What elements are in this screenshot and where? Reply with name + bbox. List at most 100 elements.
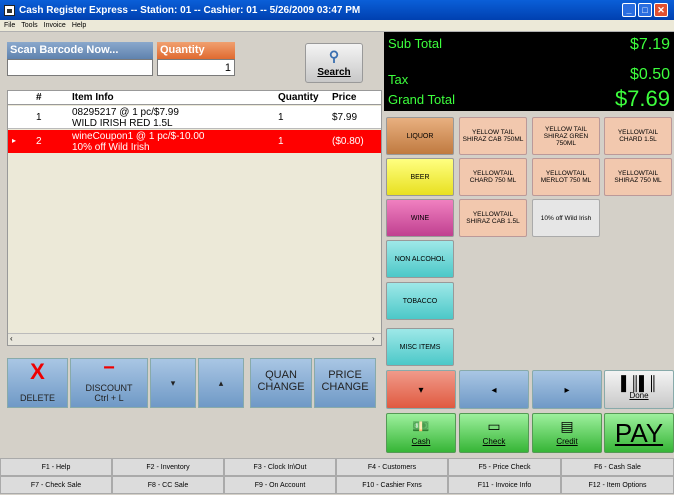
row-quantity: 1 <box>278 112 284 123</box>
menu-tools[interactable]: Tools <box>21 22 37 29</box>
grand-total-label: Grand Total <box>388 92 455 107</box>
row-pointer-icon: ▸ <box>12 136 17 145</box>
category-wine[interactable]: WINE <box>386 199 454 237</box>
search-label: Search <box>317 67 351 78</box>
fkey-f10[interactable]: F10 - Cashier Fxns <box>336 476 448 494</box>
fkey-f1[interactable]: F1 - Help <box>0 458 112 476</box>
delete-label: DELETE <box>19 393 55 403</box>
subtotal-value: $7.19 <box>629 36 670 53</box>
cash-button[interactable]: 💵 Cash <box>386 413 456 453</box>
product-button[interactable]: YELLOWTAIL SHIRAZ CAB 1.5L <box>459 199 527 237</box>
menu-file[interactable]: File <box>4 22 15 29</box>
scan-barcode-input[interactable] <box>7 59 153 76</box>
subtotal-label: Sub Total <box>388 36 442 51</box>
row-item-line1: wineCoupon1 @ 1 pc/$-10.00 <box>72 131 205 142</box>
row-item-line2: WILD IRISH RED 1.5L <box>72 118 173 129</box>
fkey-f6[interactable]: F6 - Cash Sale <box>561 458 674 476</box>
window-title: Cash Register Express -- Station: 01 -- … <box>19 4 361 16</box>
category-tobacco[interactable]: TOBACCO <box>386 282 454 320</box>
fkey-f12[interactable]: F12 - Item Options <box>561 476 674 494</box>
barcode-icon: ▌║▌║ <box>621 375 658 391</box>
discount-button[interactable]: − DISCOUNT Ctrl + L <box>70 358 148 408</box>
row-number: 2 <box>36 136 42 147</box>
quan-change-button[interactable]: QUAN CHANGE <box>250 358 312 408</box>
page-down-button[interactable]: ▾ <box>386 370 456 409</box>
grand-total-value: $7.69 <box>614 86 670 111</box>
col-number: # <box>36 92 42 103</box>
product-button[interactable]: YELLOWTAIL CHARD 1.5L <box>604 117 672 155</box>
chevron-up-icon: ▴ <box>218 378 224 388</box>
check-label: Check <box>482 437 506 446</box>
pay-button[interactable]: PAY <box>604 413 674 453</box>
table-row[interactable]: 1 08295217 @ 1 pc/$7.99 WILD IRISH RED 1… <box>8 106 381 129</box>
horizontal-scrollbar[interactable]: ‹ › <box>8 333 381 345</box>
menu-invoice[interactable]: Invoice <box>44 22 66 29</box>
category-non-alcohol[interactable]: NON ALCOHOL <box>386 240 454 278</box>
item-grid: # Item Info Quantity Price 1 08295217 @ … <box>7 90 382 346</box>
chevron-down-icon: ▾ <box>418 385 424 396</box>
col-quantity: Quantity <box>278 92 319 103</box>
scroll-right-icon[interactable]: › <box>372 334 375 343</box>
product-button[interactable]: YELLOW TAIL SHIRAZ GREN 750ML <box>532 117 600 155</box>
fkey-f11[interactable]: F11 - Invoice Info <box>448 476 561 494</box>
done-button[interactable]: ▌║▌║ Done <box>604 370 674 409</box>
product-button[interactable]: 10% off Wild Irish <box>532 199 600 237</box>
minus-icon: − <box>103 357 115 379</box>
discount-shortcut: Ctrl + L <box>94 393 124 403</box>
chevron-down-icon: ▾ <box>170 378 176 388</box>
chevron-right-icon: ▸ <box>564 385 570 396</box>
fkey-f4[interactable]: F4 - Customers <box>336 458 448 476</box>
fkey-f9[interactable]: F9 - On Account <box>224 476 336 494</box>
scan-label: Scan Barcode Now... <box>7 42 153 59</box>
magnifier-icon: ⚲ <box>328 48 340 64</box>
product-button[interactable]: YELLOW TAIL SHIRAZ CAB 750ML <box>459 117 527 155</box>
fkey-f8[interactable]: F8 - CC Sale <box>112 476 224 494</box>
totals-display: Sub Total $7.19 Tax $0.50 Grand Total $7… <box>384 32 674 111</box>
tax-label: Tax <box>388 72 409 87</box>
product-button[interactable]: YELLOWTAIL MERLOT 750 ML <box>532 158 600 196</box>
check-icon: ▭ <box>487 418 501 434</box>
credit-card-icon: ▤ <box>560 418 574 434</box>
tax-value: $0.50 <box>629 66 670 83</box>
row-number: 1 <box>36 112 42 123</box>
discount-label: DISCOUNT <box>85 383 133 393</box>
page-left-button[interactable]: ◂ <box>459 370 529 409</box>
maximize-button[interactable]: □ <box>638 3 652 17</box>
minimize-button[interactable]: _ <box>622 3 636 17</box>
x-icon: X <box>30 359 45 384</box>
category-misc-items[interactable]: MISC ITEMS <box>386 328 454 366</box>
scroll-down-button[interactable]: ▾ <box>150 358 196 408</box>
col-price: Price <box>332 92 357 103</box>
fkey-f2[interactable]: F2 - Inventory <box>112 458 224 476</box>
chevron-left-icon: ◂ <box>491 385 497 396</box>
product-button[interactable]: YELLOWTAIL SHIRAZ 750 ML <box>604 158 672 196</box>
quantity-input[interactable] <box>157 59 235 76</box>
category-beer[interactable]: BEER <box>386 158 454 196</box>
row-price: ($0.80) <box>332 136 364 147</box>
check-button[interactable]: ▭ Check <box>459 413 529 453</box>
menu-help[interactable]: Help <box>72 22 86 29</box>
title-bar: Cash Register Express -- Station: 01 -- … <box>0 0 674 20</box>
category-liquor[interactable]: LIQUOR <box>386 117 454 155</box>
page-right-button[interactable]: ▸ <box>532 370 602 409</box>
credit-label: Credit <box>556 437 578 446</box>
fkey-f7[interactable]: F7 - Check Sale <box>0 476 112 494</box>
scroll-left-icon[interactable]: ‹ <box>10 334 13 343</box>
row-item-line1: 08295217 @ 1 pc/$7.99 <box>72 107 179 118</box>
credit-button[interactable]: ▤ Credit <box>532 413 602 453</box>
fkey-f3[interactable]: F3 - Clock In\Out <box>224 458 336 476</box>
delete-button[interactable]: X DELETE <box>7 358 68 408</box>
menu-bar: File Tools Invoice Help <box>0 20 674 32</box>
app-icon <box>4 4 15 16</box>
row-quantity: 1 <box>278 136 284 147</box>
scroll-up-button[interactable]: ▴ <box>198 358 244 408</box>
search-button[interactable]: ⚲ Search <box>305 43 363 83</box>
cash-icon: 💵 <box>412 418 430 434</box>
row-price: $7.99 <box>332 112 358 123</box>
fkey-f5[interactable]: F5 - Price Check <box>448 458 561 476</box>
table-row-selected[interactable]: ▸ 2 wineCoupon1 @ 1 pc/$-10.00 10% off W… <box>8 130 381 153</box>
close-button[interactable]: ✕ <box>654 3 668 17</box>
product-button[interactable]: YELLOWTAIL CHARD 750 ML <box>459 158 527 196</box>
price-change-button[interactable]: PRICE CHANGE <box>314 358 376 408</box>
grid-header: # Item Info Quantity Price <box>8 91 381 105</box>
